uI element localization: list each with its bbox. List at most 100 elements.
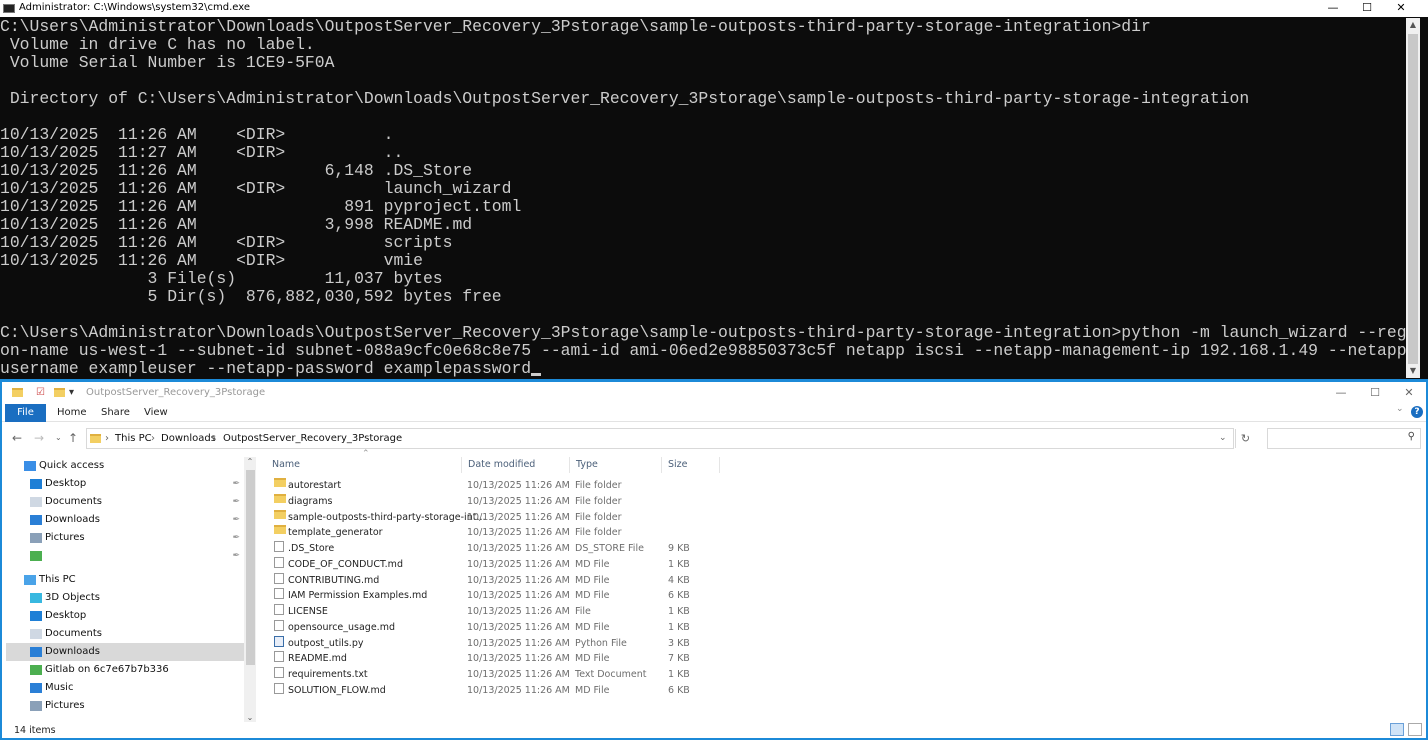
file-row[interactable]: outpost_utils.py 10/13/2025 11:26 AM Pytho…	[264, 635, 724, 652]
details-view-button[interactable]	[1390, 723, 1404, 736]
file-row[interactable]: IAM Permission Examples.md 10/13/2025 11:…	[264, 588, 724, 604]
file-name: autorestart	[288, 480, 342, 491]
sidebar-item[interactable]: 3D Objects	[6, 589, 244, 607]
file-size: 4 KB	[668, 574, 690, 586]
pin-icon: ✒	[232, 533, 240, 543]
cmd-title-bar: Administrator: C:\Windows\system32\cmd.e…	[0, 0, 1428, 17]
column-header-date[interactable]: Date modified	[462, 457, 570, 473]
maximize-button[interactable]: ☐	[1358, 385, 1392, 401]
sidebar-item[interactable]: Pictures ✒	[6, 529, 244, 547]
file-row[interactable]: CONTRIBUTING.md 10/13/2025 11:26 AM MD Fil…	[264, 572, 724, 589]
folder-icon	[12, 388, 23, 397]
file-size: 6 KB	[668, 684, 690, 696]
back-button[interactable]: ←	[12, 428, 22, 448]
desktop-icon	[30, 479, 42, 489]
console-scrollbar[interactable]: ▲ ▼	[1406, 18, 1420, 378]
quick-access-dropdown-icon[interactable]: ▾	[69, 382, 74, 404]
column-header-name[interactable]: Name	[266, 457, 462, 473]
forward-button[interactable]: →	[34, 428, 44, 448]
file-type: Text Document	[575, 669, 647, 680]
tab-home[interactable]: Home	[57, 404, 87, 422]
minimize-button[interactable]: —	[1324, 385, 1358, 401]
file-size: 7 KB	[668, 653, 690, 665]
folder-icon	[274, 493, 286, 503]
file-row[interactable]: SOLUTION_FLOW.md 10/13/2025 11:26 AM MD Fi…	[264, 682, 724, 699]
close-button[interactable]: ✕	[1384, 0, 1418, 16]
music-icon	[30, 683, 42, 693]
tab-file[interactable]: File	[5, 404, 46, 422]
tab-view[interactable]: View	[144, 404, 168, 422]
file-date: 10/13/2025 11:26 AM	[467, 606, 570, 617]
breadcrumb-current-folder[interactable]: OutpostServer_Recovery_3Pstorage	[223, 429, 402, 448]
file-row[interactable]: autorestart 10/13/2025 11:26 AM File folde…	[264, 478, 724, 494]
file-row[interactable]: diagrams 10/13/2025 11:26 AM File folder	[264, 493, 724, 510]
file-row[interactable]: LICENSE 10/13/2025 11:26 AM File 1 KB	[264, 604, 724, 620]
search-input[interactable]: ⚲	[1267, 428, 1421, 449]
pin-icon: ✒	[232, 497, 240, 507]
column-header-size[interactable]: Size	[662, 457, 720, 473]
console-line: 10/13/2025 11:26 AM 891 pyproject.toml	[0, 197, 522, 216]
scroll-down-icon[interactable]: ▼	[1406, 364, 1420, 378]
sidebar-item[interactable]: Gitlab on 6c7e67b7b336	[6, 661, 244, 679]
file-row[interactable]: opensource_usage.md 10/13/2025 11:26 AM MD…	[264, 619, 724, 636]
file-row[interactable]: README.md 10/13/2025 11:26 AM MD File 7 KB	[264, 651, 724, 667]
sidebar-item-label: Documents	[45, 628, 103, 639]
scrollbar-thumb[interactable]	[246, 470, 255, 665]
sidebar-item[interactable]: Desktop ✒	[6, 475, 244, 493]
file-row[interactable]: requirements.txt 10/13/2025 11:26 AM Text …	[264, 667, 724, 683]
console-output[interactable]: C:\Users\Administrator\Downloads\Outpost…	[0, 18, 1406, 378]
close-button[interactable]: ✕	[1392, 385, 1426, 401]
address-bar[interactable]: › This PC › Downloads › OutpostServer_Re…	[86, 428, 1250, 449]
tab-share[interactable]: Share	[101, 404, 130, 422]
sidebar-item[interactable]: Quick access	[6, 457, 244, 475]
sidebar-item[interactable]: Downloads ✒	[6, 511, 244, 529]
console-line: 10/13/2025 11:26 AM 3,998 README.md	[0, 215, 473, 234]
file-row[interactable]: .DS_Store 10/13/2025 11:26 AM DS_STORE Fil…	[264, 541, 724, 557]
help-icon[interactable]: ?	[1411, 406, 1423, 418]
pin-icon: ✒	[232, 551, 240, 561]
sidebar-item[interactable]: Pictures	[6, 697, 244, 715]
expand-ribbon-icon[interactable]: ⌄	[1396, 404, 1404, 414]
sidebar-item[interactable]: Documents ✒	[6, 493, 244, 511]
file-name: README.md	[288, 653, 347, 665]
sidebar-item[interactable]: Music	[6, 679, 244, 697]
network-drive-icon	[30, 551, 42, 561]
console-line: Directory of C:\Users\Administrator\Down…	[0, 89, 1250, 108]
file-date: 10/13/2025 11:26 AM	[467, 621, 570, 633]
sidebar-item[interactable]: Desktop	[6, 607, 244, 625]
scroll-up-icon[interactable]: ▲	[1406, 18, 1420, 32]
navigation-scrollbar[interactable]: ⌃ ⌄	[244, 457, 256, 722]
file-row[interactable]: template_generator 10/13/2025 11:26 AM Fil…	[264, 525, 724, 541]
recent-locations-icon[interactable]: ⌄	[55, 428, 62, 448]
properties-icon[interactable]: ☑	[36, 382, 45, 404]
file-row[interactable]: CODE_OF_CONDUCT.md 10/13/2025 11:26 AM MD …	[264, 556, 724, 573]
sidebar-item[interactable]: Documents	[6, 625, 244, 643]
sidebar-item-label: Desktop	[45, 610, 87, 621]
file-type: File folder	[575, 511, 622, 523]
console-line: 10/13/2025 11:26 AM <DIR> vmie	[0, 251, 423, 270]
file-date: 10/13/2025 11:26 AM	[467, 637, 570, 649]
new-folder-icon[interactable]	[54, 388, 65, 397]
minimize-button[interactable]: —	[1316, 0, 1350, 16]
file-size: 6 KB	[668, 590, 690, 602]
breadcrumb-this-pc[interactable]: This PC	[115, 429, 152, 448]
file-icon	[274, 604, 284, 615]
file-row[interactable]: sample-outposts-third-party-storage-int.…	[264, 509, 724, 526]
file-name: CODE_OF_CONDUCT.md	[288, 558, 403, 570]
address-dropdown-icon[interactable]: ⌄	[1219, 429, 1227, 448]
scrollbar-thumb[interactable]	[1408, 34, 1418, 364]
sidebar-item[interactable]: ✒	[6, 547, 244, 565]
maximize-button[interactable]: ☐	[1350, 0, 1384, 16]
file-size: 1 KB	[668, 606, 690, 617]
column-header-type[interactable]: Type	[570, 457, 662, 473]
sidebar-item[interactable]: Downloads	[6, 643, 244, 661]
large-icons-view-button[interactable]	[1408, 723, 1422, 736]
navigation-pane: Quick access Desktop ✒ Documents ✒ Downloads ✒…	[2, 457, 244, 725]
refresh-icon[interactable]: ↻	[1235, 429, 1255, 448]
up-button[interactable]: ↑	[68, 428, 78, 448]
desktop-icon	[30, 611, 42, 621]
sidebar-item[interactable]: This PC	[6, 571, 244, 589]
pin-icon: ✒	[232, 479, 240, 489]
breadcrumb-downloads[interactable]: Downloads	[161, 429, 216, 448]
console-line: 10/13/2025 11:26 AM 6,148 .DS_Store	[0, 161, 473, 180]
